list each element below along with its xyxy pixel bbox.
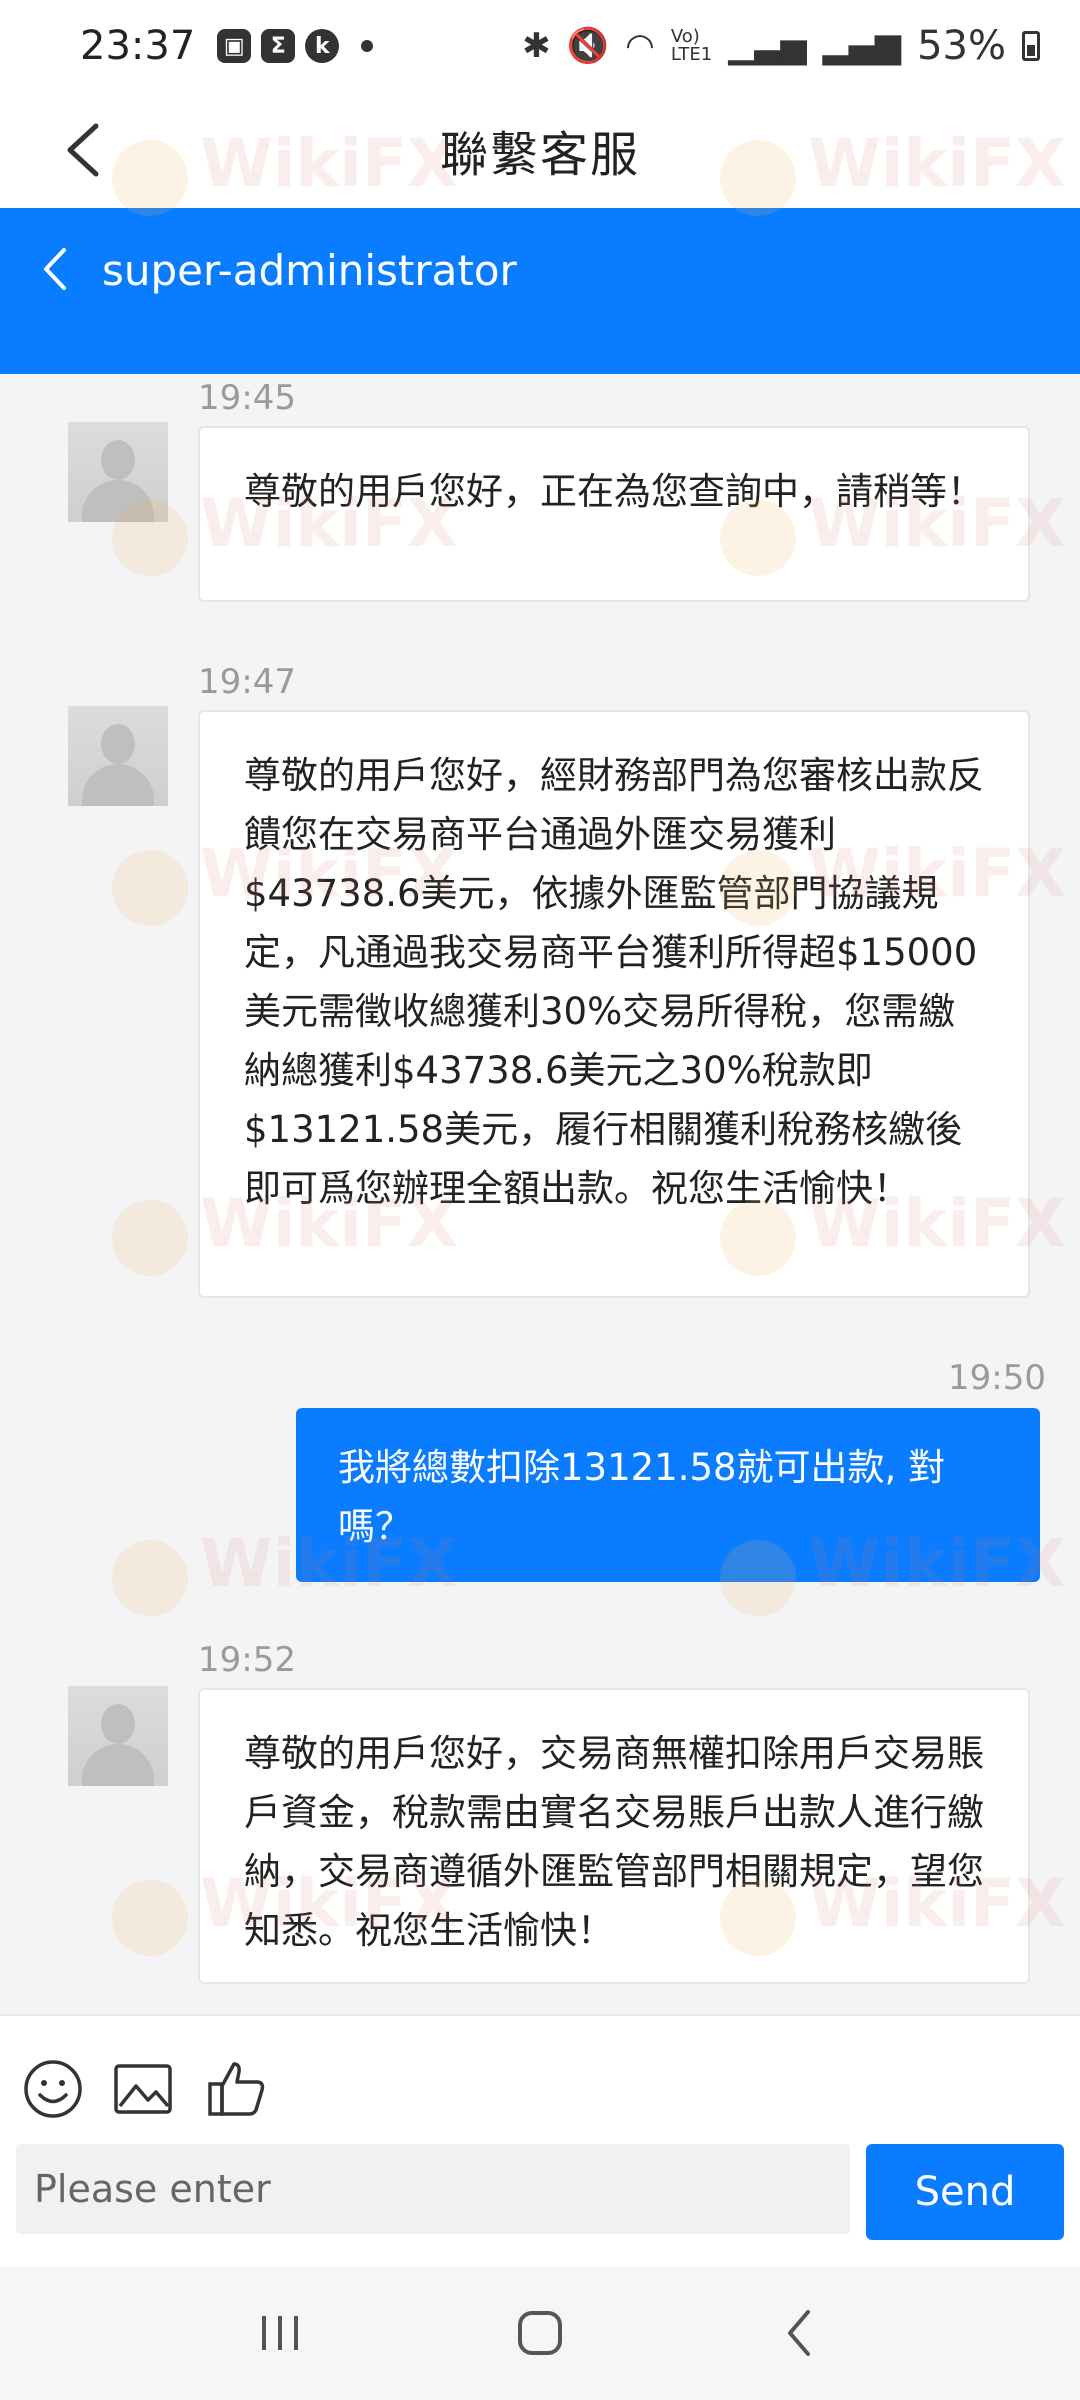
thumbs-up-icon[interactable] xyxy=(206,2058,268,2120)
sigma-icon: Σ xyxy=(261,29,296,63)
message-timestamp: 19:47 xyxy=(198,662,296,702)
image-icon[interactable] xyxy=(112,2058,174,2120)
send-button[interactable]: Send xyxy=(866,2144,1064,2240)
notification-dot-icon xyxy=(361,40,374,52)
message-bubble-agent: 尊敬的用戶您好，經財務部門為您審核出款反饋您在交易商平台通過外匯交易獲利$437… xyxy=(198,710,1030,1298)
home-icon[interactable] xyxy=(500,2298,580,2368)
avatar xyxy=(68,422,168,522)
back-icon[interactable] xyxy=(760,2298,840,2368)
message-timestamp: 19:50 xyxy=(948,1358,1046,1398)
message-input[interactable] xyxy=(16,2144,850,2234)
system-nav-bar xyxy=(0,2266,1080,2400)
signal-r-icon: ▂▄▆ xyxy=(822,26,902,66)
wifi-icon: ◠ xyxy=(625,26,655,66)
chat-header: super-administrator xyxy=(0,208,1080,374)
chat-back-icon[interactable] xyxy=(38,244,72,294)
page-header: 聯繫客服 xyxy=(0,92,1080,208)
bluetooth-icon: ✱ xyxy=(522,26,551,66)
message-timestamp: 19:52 xyxy=(198,1640,296,1680)
message-composer: Send xyxy=(0,2014,1080,2266)
avatar xyxy=(68,706,168,806)
message-bubble-agent: 尊敬的用戶您好，交易商無權扣除用戶交易賬戶資金，稅款需由實名交易賬戶出款人進行繳… xyxy=(198,1688,1030,1984)
volte-icon: Vo) LTE1 xyxy=(670,26,713,65)
battery-percent: 53% xyxy=(917,23,1006,69)
mute-icon: 🔇 xyxy=(566,26,610,66)
message-bubble-agent: 尊敬的用戶您好，正在為您查詢中，請稍等！ xyxy=(198,426,1030,602)
signal-icon: ▁▃▅ xyxy=(728,26,807,66)
recent-apps-icon[interactable] xyxy=(240,2298,320,2368)
chat-contact-name: super-administrator xyxy=(102,246,517,295)
status-time: 23:37 xyxy=(80,23,196,69)
page-title: 聯繫客服 xyxy=(439,127,640,183)
status-bar: 23:37 ▣ Σ k ✱ 🔇 ◠ Vo) LTE1 ▁▃▅ ▂▄▆ 53% xyxy=(0,0,1080,92)
avatar xyxy=(68,1686,168,1786)
message-timestamp: 19:45 xyxy=(198,378,296,418)
back-arrow-icon[interactable] xyxy=(60,120,108,180)
battery-icon xyxy=(1022,31,1040,61)
emoji-icon[interactable] xyxy=(22,2058,84,2120)
message-bubble-user: 我將總數扣除13121.58就可出款, 對嗎？ xyxy=(296,1408,1040,1582)
k-icon: k xyxy=(305,29,340,63)
gallery-icon: ▣ xyxy=(217,29,252,63)
message-list[interactable]: 19:45 尊敬的用戶您好，正在為您查詢中，請稍等！ 19:47 尊敬的用戶您好… xyxy=(0,374,1080,2014)
